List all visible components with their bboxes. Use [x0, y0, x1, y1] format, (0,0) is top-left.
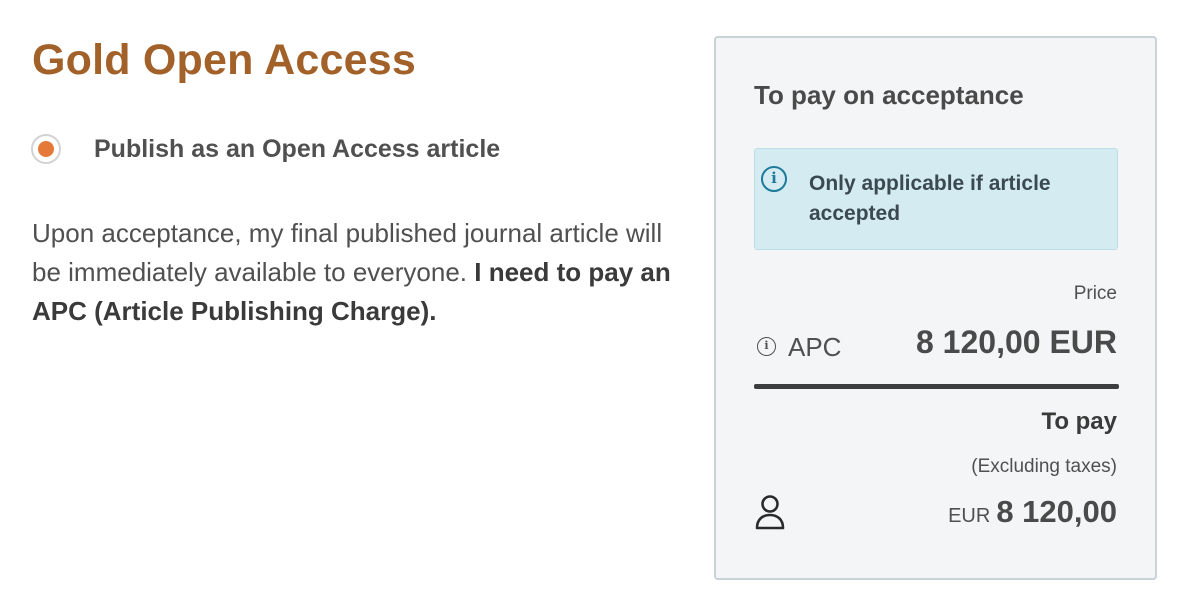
total-currency: EUR: [948, 505, 991, 527]
payment-summary-panel: To pay on acceptance i Only applicable i…: [714, 36, 1157, 580]
page-title: Gold Open Access: [32, 36, 416, 84]
open-access-option[interactable]: Publish as an Open Access article: [31, 134, 500, 164]
radio-selected-dot: [38, 141, 54, 157]
open-access-description: Upon acceptance, my final published jour…: [32, 214, 672, 331]
total-amount-block: EUR 8 120,00: [948, 494, 1117, 530]
apc-price: 8 120,00 EUR: [915, 324, 1117, 360]
apc-info-icon[interactable]: i: [757, 337, 776, 356]
price-column-header: Price: [1073, 283, 1117, 304]
excluding-taxes-note: (Excluding taxes): [971, 456, 1117, 477]
open-access-radio[interactable]: [31, 134, 61, 164]
total-amount: 8 120,00: [996, 494, 1117, 529]
info-alert-text: Only applicable if article accepted: [809, 172, 1051, 225]
total-divider: [754, 384, 1119, 389]
user-icon: [755, 495, 785, 530]
apc-line-item: i APC 8 120,00 EUR: [754, 324, 1117, 374]
panel-title: To pay on acceptance: [754, 80, 1024, 110]
open-access-option-label[interactable]: Publish as an Open Access article: [94, 135, 500, 164]
info-alert: i Only applicable if article accepted: [754, 148, 1118, 250]
apc-label: APC: [788, 332, 842, 362]
to-pay-label: To pay: [1041, 408, 1117, 435]
info-circle-icon: i: [761, 166, 787, 192]
